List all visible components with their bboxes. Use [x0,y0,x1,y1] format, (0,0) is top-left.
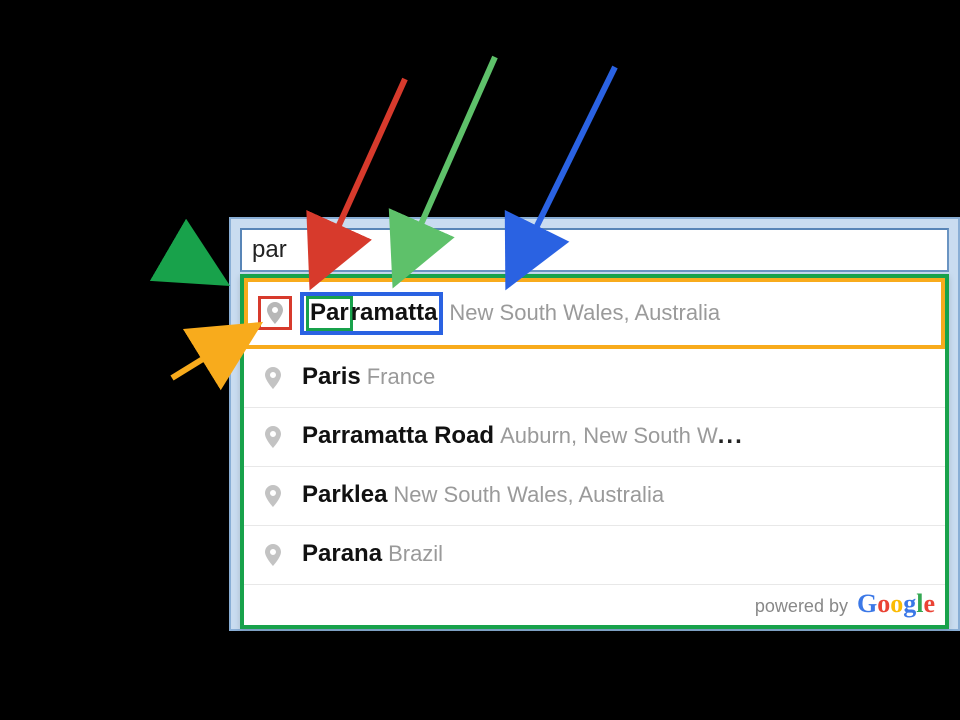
autocomplete-widget: ParramattaNew South Wales, Australia Par… [229,217,960,631]
match-text: Par [302,422,341,449]
ellipsis: ... [718,422,744,449]
secondary-text: France [367,364,435,389]
powered-by-label: powered by Google [244,585,945,625]
marker-icon [258,296,292,330]
marker-icon [258,481,288,511]
secondary-text: New South Wales, Australia [449,300,720,325]
google-logo: Google [857,589,935,618]
match-text: Par [310,299,349,326]
powered-text: powered by [755,596,848,616]
completion-text: is [341,363,361,390]
completion-text: ana [341,540,382,567]
search-input[interactable] [240,228,949,272]
suggestion-item[interactable]: ParkleaNew South Wales, Australia [244,467,945,526]
suggestion-text: ParkleaNew South Wales, Australia [302,481,933,510]
suggestion-item[interactable]: Parramatta RoadAuburn, New South W... [244,408,945,467]
match-text: Par [302,481,341,508]
suggestion-item[interactable]: Parramatta New South Wales, Australia [244,278,945,349]
secondary-text: Auburn, New South W [500,423,718,448]
marker-icon [258,363,288,393]
suggestion-item[interactable]: ParanaBrazil [244,526,945,585]
suggestions-dropdown: ParramattaNew South Wales, Australia Par… [240,274,949,629]
completion-text: ramatta [351,299,438,326]
suggestion-text: ParisFrance [302,363,933,392]
suggestion-text: Parramatta New South Wales, Australia [300,292,929,335]
marker-icon [258,422,288,452]
match-text: Par [302,540,341,567]
suggestion-text: Parramatta RoadAuburn, New South W... [302,422,933,451]
completion-text: ramatta Road [341,422,494,449]
secondary-text: New South Wales, Australia [393,482,664,507]
completion-text: klea [341,481,388,508]
suggestion-item[interactable]: ParisFrance [244,349,945,408]
secondary-text: Brazil [388,541,443,566]
suggestion-text: ParanaBrazil [302,540,933,569]
match-text: Par [302,363,341,390]
marker-icon [258,540,288,570]
